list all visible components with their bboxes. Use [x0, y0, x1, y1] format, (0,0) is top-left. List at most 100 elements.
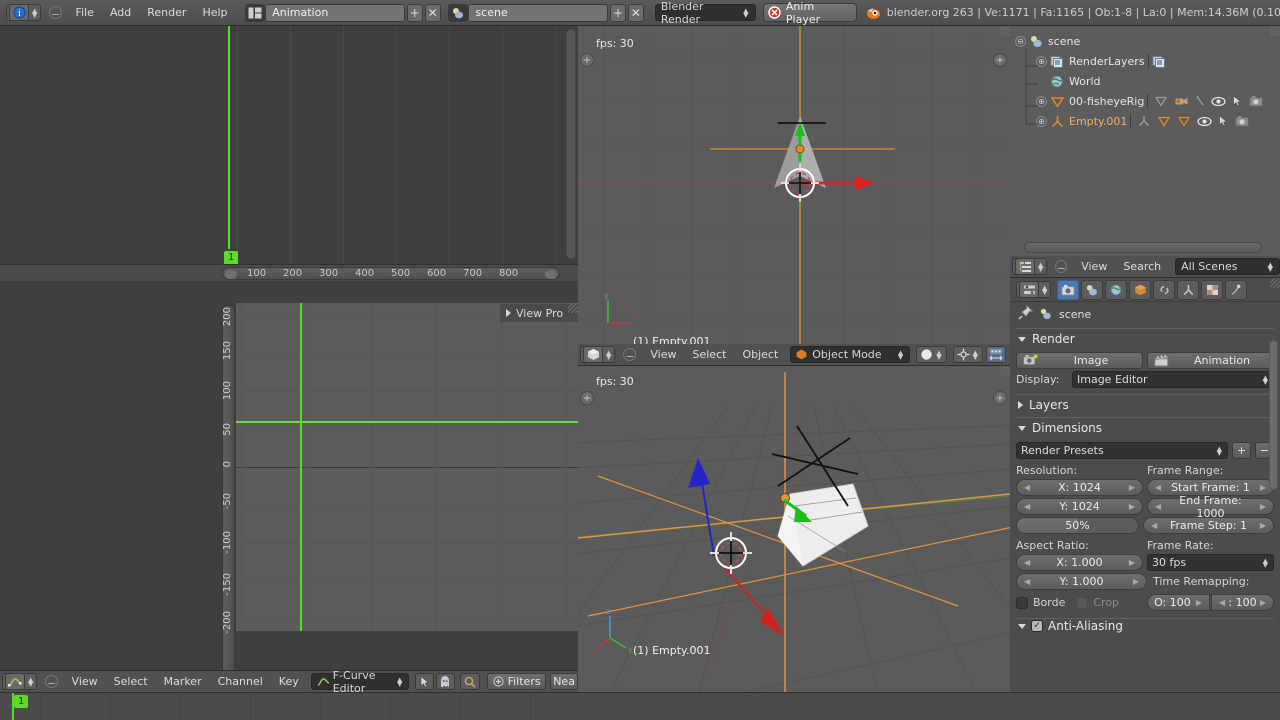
magnify-icon[interactable]: [459, 673, 481, 690]
panel-antialiasing-header[interactable]: ✓ Anti-Aliasing: [1010, 619, 1280, 633]
properties-vscrollbar[interactable]: [1269, 340, 1278, 490]
graph-curve-area[interactable]: [236, 303, 578, 631]
mesh-icon[interactable]: [1154, 95, 1168, 107]
outliner-hscrollbar[interactable]: [1024, 242, 1262, 253]
expand-icon[interactable]: ⊕: [1036, 115, 1047, 127]
render-presets-selector[interactable]: Render Presets ▲ ▼: [1016, 442, 1228, 459]
editor-type-selector-graph[interactable]: ▲ ▼: [2, 673, 38, 690]
menu-view[interactable]: View: [64, 671, 106, 693]
delete-scene-button[interactable]: ✕: [627, 3, 644, 22]
empty-icon[interactable]: [1137, 115, 1151, 127]
editor-type-selector-info[interactable]: i ▲ ▼: [6, 4, 42, 21]
dopesheet-vscrollbar[interactable]: [566, 29, 576, 259]
cursor-icon[interactable]: [1232, 95, 1243, 107]
aspect-x-field[interactable]: ◀ X: 1.000 ▶: [1016, 554, 1143, 571]
panel-layers-header[interactable]: Layers: [1010, 395, 1280, 415]
properties-tab-scene[interactable]: [1081, 279, 1104, 300]
anim-player-button[interactable]: Anim Player: [762, 0, 857, 26]
antialiasing-checkbox[interactable]: ✓: [1031, 620, 1043, 632]
interpolation-selector[interactable]: Nea: [550, 673, 578, 690]
scene-icon[interactable]: [447, 3, 469, 22]
resolution-y-field[interactable]: ◀ Y: 1024 ▶: [1016, 498, 1143, 515]
properties-tab-object[interactable]: [1129, 279, 1152, 300]
outliner-tree[interactable]: ⊖ scene ⊕ RenderLayers World ⊕ 00-fishey…: [1010, 26, 1280, 256]
end-frame-field[interactable]: ◀ End Frame: 1000 ▶: [1147, 494, 1274, 520]
viewport-bottom-canvas[interactable]: z y x fps: 30 (1) Empty.001 + +: [578, 366, 1010, 692]
display-mode-selector[interactable]: Image Editor ▲ ▼: [1072, 371, 1274, 388]
decrement-icon[interactable]: ◀: [1216, 598, 1228, 607]
resolution-percentage-field[interactable]: 50%: [1016, 517, 1139, 534]
panel-dimensions-header[interactable]: Dimensions: [1010, 418, 1280, 438]
properties-expand-button[interactable]: +: [993, 391, 1007, 405]
editor-type-selector-outliner[interactable]: ▲ ▼: [1012, 258, 1048, 275]
increment-icon[interactable]: ▶: [1126, 502, 1138, 511]
pin-icon[interactable]: [1018, 304, 1034, 324]
properties-tab-world[interactable]: [1105, 279, 1128, 300]
menu-marker[interactable]: Marker: [156, 671, 210, 693]
camera-icon[interactable]: [1174, 95, 1189, 107]
decrement-icon[interactable]: ◀: [1021, 558, 1033, 567]
menu-select[interactable]: Select: [685, 344, 735, 366]
border-chec[interactable]: [1016, 596, 1028, 609]
filters-button[interactable]: Filters: [487, 673, 547, 690]
render-animation-button[interactable]: Animation: [1147, 352, 1274, 369]
graph-playhead[interactable]: [300, 303, 302, 631]
graph-channel-region[interactable]: [0, 303, 222, 631]
editor-type-selector-properties[interactable]: ▲ ▼: [1016, 281, 1052, 298]
decrement-icon[interactable]: ◀: [1152, 483, 1164, 492]
cone-icon[interactable]: [1157, 115, 1171, 127]
timeline-track[interactable]: 1: [0, 693, 1280, 720]
resolution-x-field[interactable]: ◀ X: 1024 ▶: [1016, 479, 1143, 496]
properties-tab-constraints[interactable]: [1153, 279, 1176, 300]
outliner-display-mode-selector[interactable]: All Scenes ▲ ▼: [1175, 258, 1280, 275]
properties-tab-render[interactable]: [1057, 279, 1080, 300]
increment-icon[interactable]: ▶: [1257, 598, 1269, 607]
delete-screen-layout-button[interactable]: ✕: [424, 3, 441, 22]
time-remap-old-field[interactable]: O: 100 ▶: [1147, 594, 1210, 611]
renderlayer-icon[interactable]: [1152, 55, 1167, 68]
graph-vscrollbar[interactable]: [222, 305, 235, 720]
menu-file[interactable]: File: [68, 2, 102, 24]
expand-icon[interactable]: ⊕: [1036, 95, 1047, 107]
menu-select[interactable]: Select: [106, 671, 156, 693]
crop-checkbox[interactable]: [1076, 596, 1089, 609]
panel-render-header[interactable]: Render: [1010, 329, 1280, 349]
translate-manipulator-icon[interactable]: [986, 346, 1007, 363]
decrement-icon[interactable]: ◀: [1021, 502, 1033, 511]
cursor-icon[interactable]: [415, 673, 434, 690]
screen-layout-icon[interactable]: [244, 3, 266, 22]
eye-icon[interactable]: [1197, 116, 1213, 127]
frame-step-field[interactable]: ◀ Frame Step: 1 ▶: [1143, 517, 1274, 534]
view-properties-panel-toggle[interactable]: View Pro: [500, 304, 578, 322]
outliner-row-empty001[interactable]: ⊕ Empty.001: [1010, 111, 1280, 131]
render-image-button[interactable]: Image: [1016, 352, 1143, 369]
menu-render[interactable]: Render: [139, 2, 194, 24]
viewport-top-canvas[interactable]: y x fps: 30 (1) Empty.001 + +: [578, 26, 1010, 344]
increment-icon[interactable]: ▶: [1257, 502, 1269, 511]
graph-mode-selector[interactable]: F-Curve Editor ▲ ▼: [310, 669, 410, 695]
outliner-row-renderlayers[interactable]: ⊕ RenderLayers: [1010, 51, 1280, 71]
toolshelf-expand-button[interactable]: +: [580, 53, 594, 67]
menu-view[interactable]: View: [642, 344, 684, 366]
frame-rate-selector[interactable]: 30 fps ▲ ▼: [1147, 554, 1274, 571]
time-remap-new-field[interactable]: ◀ : 100 ▶: [1211, 594, 1274, 611]
decrement-icon[interactable]: ◀: [1021, 577, 1033, 586]
interaction-mode-selector[interactable]: Object Mode ▲ ▼: [790, 346, 911, 363]
render-engine-selector[interactable]: Blender Render ▲ ▼: [654, 0, 756, 26]
camera-render-icon[interactable]: [1235, 115, 1250, 127]
menu-search[interactable]: Search: [1115, 256, 1169, 278]
collapse-icon[interactable]: ⊖: [1015, 35, 1026, 47]
menu-key[interactable]: Key: [271, 671, 307, 693]
increment-icon[interactable]: ▶: [1130, 577, 1142, 586]
properties-tab-particles[interactable]: [1225, 279, 1248, 300]
menu-view[interactable]: View: [1073, 256, 1115, 278]
eye-icon[interactable]: [1211, 96, 1226, 107]
outliner-row-fisheyerig[interactable]: ⊕ 00-fisheyeRig: [1010, 91, 1280, 111]
viewport-shading-selector[interactable]: ▲ ▼: [916, 346, 947, 363]
dopesheet-keyframe-area[interactable]: [220, 26, 564, 264]
properties-tab-object-data[interactable]: [1177, 279, 1200, 300]
bone-icon[interactable]: [1195, 95, 1205, 107]
decrement-icon[interactable]: ◀: [1148, 521, 1160, 530]
outliner-row-scene[interactable]: ⊖ scene: [1010, 31, 1280, 51]
properties-tab-texture[interactable]: [1201, 279, 1224, 300]
